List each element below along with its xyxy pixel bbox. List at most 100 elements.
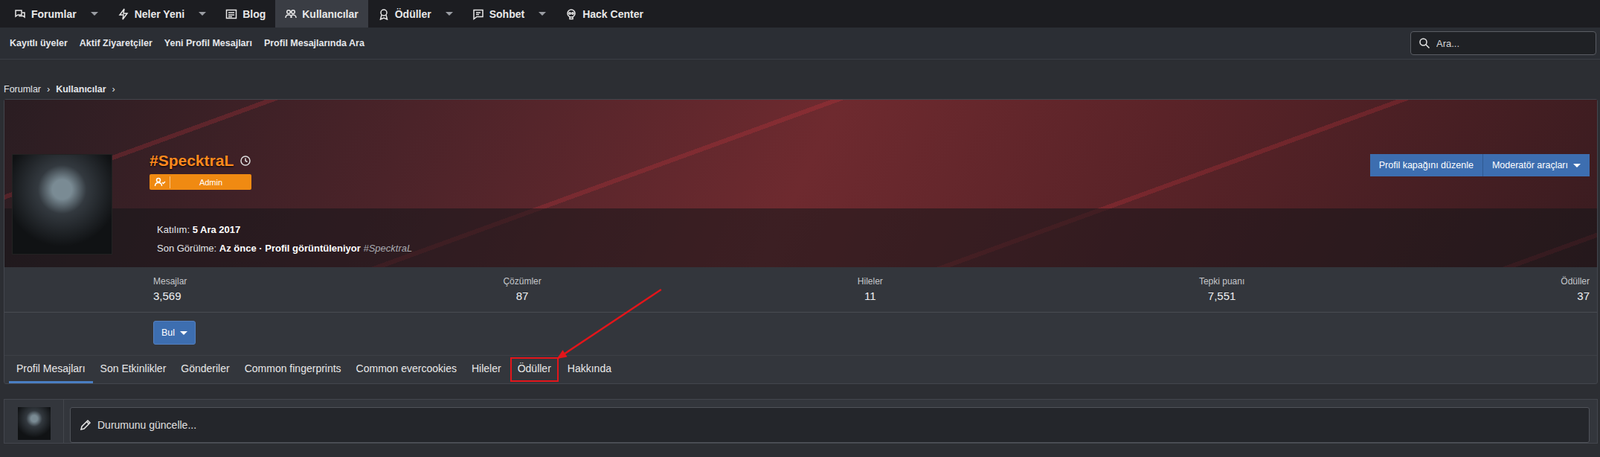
subnav-link[interactable]: Kayıtlı üyeler xyxy=(3,37,74,49)
stat[interactable]: Ödüller 37 xyxy=(1560,275,1590,305)
dropdown-caret-icon xyxy=(198,11,207,16)
status-field[interactable] xyxy=(69,406,1590,443)
stat-value[interactable]: 3,569 xyxy=(153,289,182,302)
find-button[interactable]: Bul xyxy=(153,320,196,345)
stat-value[interactable]: 11 xyxy=(864,289,877,302)
status-avatar-box xyxy=(4,399,64,443)
tab-label[interactable]: Son Etkinlikler xyxy=(100,362,167,375)
profile-tabs: Profil Mesajları Son Etkinlikler Gönderile… xyxy=(4,354,1598,384)
tab[interactable]: Gönderiler xyxy=(173,355,237,384)
tab-label[interactable]: Common fingerprints xyxy=(244,362,342,375)
username[interactable]: #SpecktraL xyxy=(149,151,234,170)
tab[interactable]: Profil Mesajları xyxy=(8,355,93,384)
tab[interactable]: Ödüller xyxy=(508,355,561,384)
profile-info: Katılım: 5 Ara 2017 Son Görülme: Az önce … xyxy=(4,208,1598,268)
user-badge: Admin xyxy=(149,174,252,190)
award-icon xyxy=(377,8,390,21)
avatar[interactable] xyxy=(11,153,113,255)
tab[interactable]: Common fingerprints xyxy=(237,355,349,384)
nav-item[interactable]: Sohbet xyxy=(462,0,556,28)
tab-label[interactable]: Hileler xyxy=(471,362,502,375)
nav-label[interactable]: Ödüller xyxy=(394,8,432,21)
badge-icon-box xyxy=(149,176,171,189)
stat-value[interactable]: 37 xyxy=(1576,289,1590,302)
pencil-icon xyxy=(79,418,92,431)
tab[interactable]: Son Etkinlikler xyxy=(92,355,175,384)
tab-label[interactable]: Ödüller xyxy=(517,362,552,375)
subnav-link[interactable]: Aktif Ziyaretçiler xyxy=(73,37,159,49)
stat[interactable]: Tepki puanı 7,551 xyxy=(1199,275,1245,305)
stat-value[interactable]: 7,551 xyxy=(1207,289,1237,302)
bolt-icon xyxy=(117,8,130,21)
tab[interactable]: Hakkında xyxy=(560,355,619,384)
status-update xyxy=(3,398,1598,444)
nav-item[interactable]: Neler Yeni xyxy=(107,0,216,28)
banner-button[interactable]: Profil kapağını düzenle xyxy=(1370,153,1483,177)
history-icon xyxy=(239,154,252,167)
top-nav: Forumlar Neler Yeni Blog Kullanıcılar Ödülle… xyxy=(0,0,1600,28)
last-seen-value: Az önce · Profil görüntüleniyor xyxy=(219,242,361,254)
nav-label[interactable]: Neler Yeni xyxy=(134,8,185,21)
stat-label: Tepki puanı xyxy=(1199,275,1245,287)
user-shield-icon xyxy=(153,176,166,189)
newspaper-icon xyxy=(225,8,238,21)
dropdown-caret-icon xyxy=(538,11,546,16)
tab-label[interactable]: Common evercookies xyxy=(356,362,457,375)
nav-label[interactable]: Blog xyxy=(242,8,266,21)
banner-button-label[interactable]: Moderatör araçları xyxy=(1492,159,1569,171)
nav-item[interactable]: Kullanıcılar xyxy=(275,0,368,28)
tab-label[interactable]: Profil Mesajları xyxy=(16,362,86,375)
breadcrumb: Forumlar›Kullanıcılar› xyxy=(0,59,1600,99)
stats-row: Mesajlar 3,569 Çözümler 87 Hileler 11 Tepki pu… xyxy=(4,267,1598,313)
stat-label: Hileler xyxy=(857,275,883,287)
nav-label[interactable]: Kullanıcılar xyxy=(301,8,358,21)
tab[interactable]: Hileler xyxy=(464,355,509,384)
stat-label: Mesajlar xyxy=(153,275,187,287)
banner-button[interactable]: Moderatör araçları xyxy=(1482,153,1590,177)
joined-line: Katılım: 5 Ara 2017 xyxy=(156,223,1598,236)
breadcrumb-link[interactable]: Forumlar xyxy=(3,84,41,95)
status-input[interactable] xyxy=(97,418,1580,431)
sub-nav: Kayıtlı üyelerAktif ZiyaretçilerYeni Pro… xyxy=(0,27,1600,60)
stat-label: Ödüller xyxy=(1560,275,1590,287)
annotation-arrow-icon xyxy=(0,0,1600,457)
breadcrumb-separator: › xyxy=(46,84,50,95)
search-box[interactable] xyxy=(1410,31,1597,56)
tab[interactable]: Common evercookies xyxy=(348,355,465,384)
nav-item[interactable]: Hack Center xyxy=(555,0,654,28)
nav-item[interactable]: Blog xyxy=(215,0,276,28)
users-icon xyxy=(284,8,297,21)
nav-item[interactable]: Forumlar xyxy=(4,0,108,28)
search-icon xyxy=(1418,37,1431,50)
breadcrumb-link[interactable]: Kullanıcılar xyxy=(55,84,106,95)
tab-label[interactable]: Gönderiler xyxy=(180,362,230,375)
tab-label[interactable]: Hakkında xyxy=(567,362,612,375)
skull-icon xyxy=(565,8,578,21)
status-avatar[interactable] xyxy=(17,406,51,440)
dropdown-caret-icon xyxy=(180,331,188,335)
subnav-link[interactable]: Yeni Profil Mesajları xyxy=(158,37,259,49)
search-input[interactable] xyxy=(1436,37,1589,50)
badge-label: Admin xyxy=(170,177,252,187)
stat[interactable]: Hileler 11 xyxy=(857,275,883,305)
stat-label: Çözümler xyxy=(502,275,541,287)
profile-banner: #SpecktraL Admin Katılım: 5 Ara 2017 Son Gö… xyxy=(4,99,1598,268)
stat[interactable]: Çözümler 87 xyxy=(502,275,541,305)
stat[interactable]: Mesajlar 3,569 xyxy=(153,275,187,305)
dropdown-caret-icon xyxy=(445,11,453,16)
stat-value[interactable]: 87 xyxy=(516,289,529,302)
nav-item[interactable]: Ödüller xyxy=(368,0,463,28)
last-seen-user[interactable]: #SpecktraL xyxy=(362,242,413,254)
last-seen-line: Son Görülme: Az önce · Profil görüntülen… xyxy=(156,242,1598,254)
nav-label[interactable]: Hack Center xyxy=(582,8,644,21)
nav-label[interactable]: Sohbet xyxy=(489,8,525,21)
message-icon xyxy=(472,8,485,21)
find-row: Bul xyxy=(4,312,1598,355)
find-label[interactable]: Bul xyxy=(161,327,175,338)
banner-button-label[interactable]: Profil kapağını düzenle xyxy=(1379,159,1474,171)
banner-buttons: Profil kapağını düzenle Moderatör araçlar… xyxy=(1370,153,1590,177)
joined-date: 5 Ara 2017 xyxy=(192,223,242,236)
subnav-link[interactable]: Profil Mesajlarında Ara xyxy=(258,37,371,49)
profile-header: #SpecktraL Admin xyxy=(4,99,1598,190)
nav-label[interactable]: Forumlar xyxy=(31,8,77,21)
